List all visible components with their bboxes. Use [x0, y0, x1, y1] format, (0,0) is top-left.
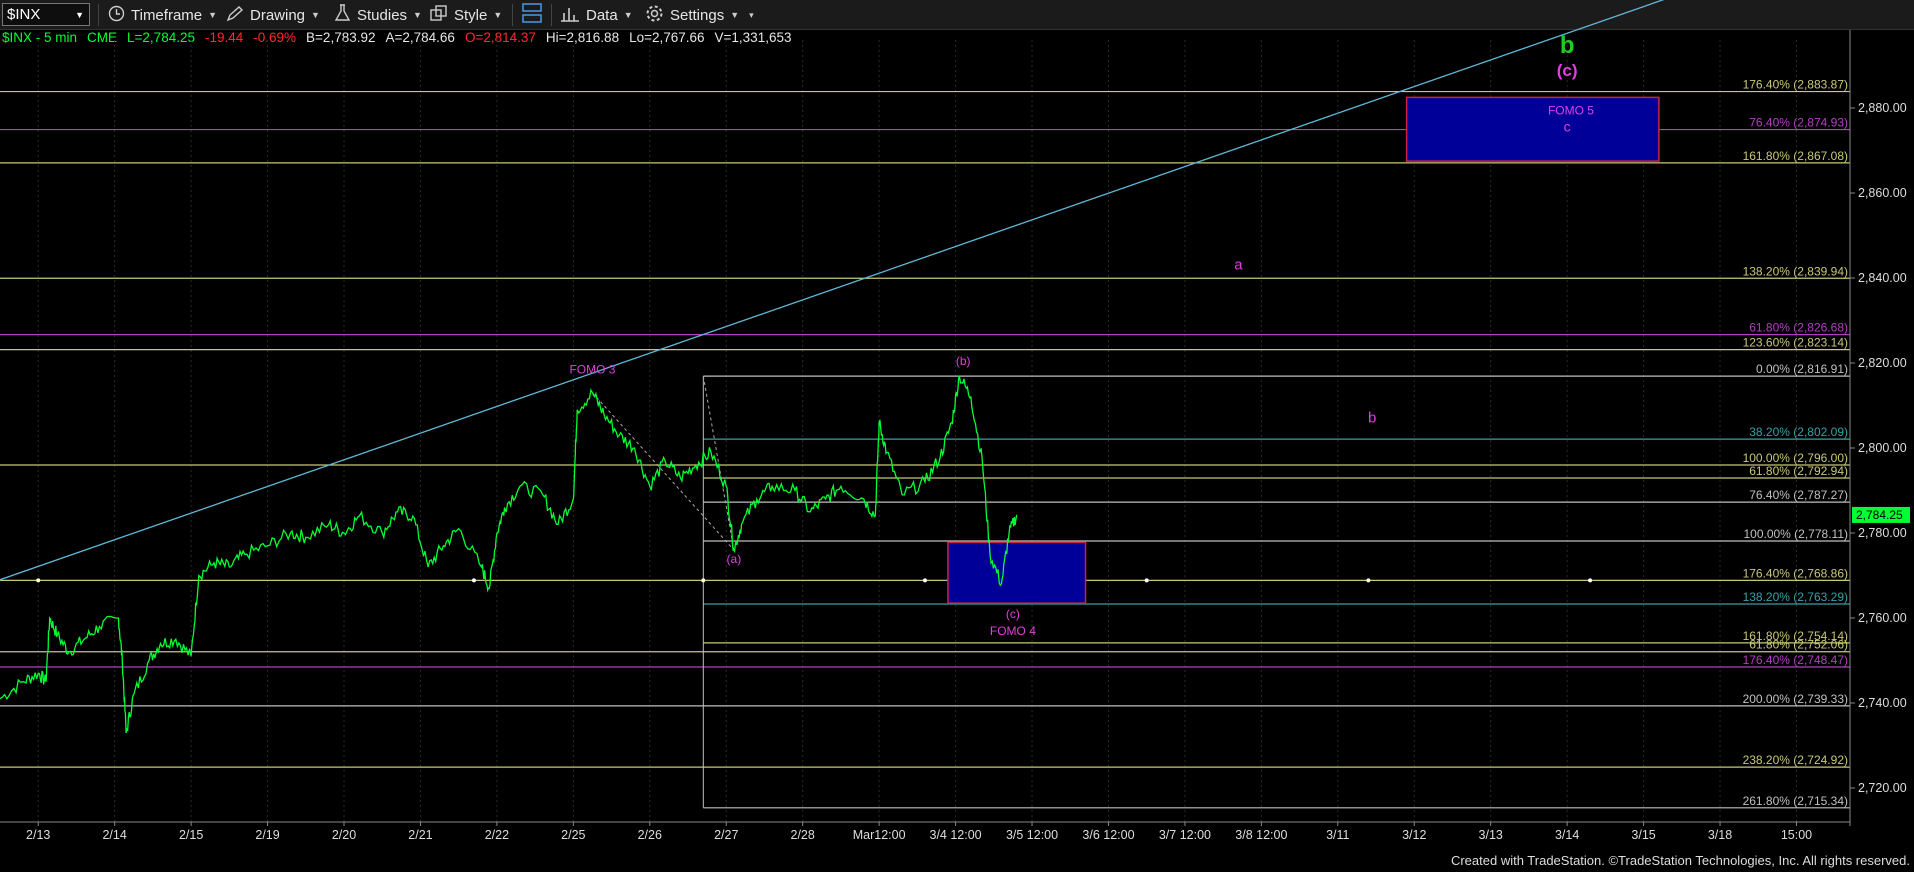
- level-marker-dot: [923, 578, 927, 583]
- x-tick-label: 3/8 12:00: [1235, 828, 1287, 842]
- level-marker-dot: [1144, 578, 1149, 583]
- level-marker-dot: [1588, 578, 1593, 583]
- fib-level-label: 0.00% (2,816.91): [1756, 362, 1848, 376]
- wave-connector: [702, 376, 735, 551]
- x-tick-label: 2/27: [714, 828, 738, 842]
- fib-level-label: 200.00% (2,739.33): [1743, 692, 1848, 706]
- x-tick-label: 3/18: [1708, 828, 1732, 842]
- wave-label: a: [1234, 257, 1243, 274]
- y-tick-label: 2,780.00: [1858, 526, 1907, 540]
- y-tick-label: 2,740.00: [1858, 696, 1907, 710]
- wave-label: FOMO 4: [990, 624, 1036, 638]
- x-tick-label: 3/12: [1402, 828, 1426, 842]
- x-tick-label: 3/15: [1631, 828, 1655, 842]
- price-chart[interactable]: 176.40% (2,883.87) 76.40% (2,874.93) 161.8…: [0, 0, 1914, 872]
- level-marker-dot: [36, 578, 41, 583]
- wave-label: c: [1564, 118, 1571, 134]
- trendline: [0, 0, 1665, 581]
- fib-level-label: 176.40% (2,768.86): [1743, 566, 1848, 580]
- fib-level-label: 61.80% (2,792.94): [1749, 464, 1848, 478]
- y-tick-label: 2,860.00: [1858, 186, 1907, 200]
- y-tick-label: 2,880.00: [1858, 101, 1907, 115]
- fib-level-label: 76.40% (2,787.27): [1749, 488, 1848, 502]
- x-tick-label: 2/20: [332, 828, 356, 842]
- fib-level-label: 176.40% (2,748.47): [1743, 653, 1848, 667]
- x-tick-label: 3/5 12:00: [1006, 828, 1058, 842]
- x-tick-label: 3/6 12:00: [1082, 828, 1134, 842]
- x-tick-label: 2/26: [638, 828, 662, 842]
- x-tick-label: 2/21: [408, 828, 432, 842]
- fib-level-label: 100.00% (2,796.00): [1743, 451, 1848, 465]
- fib-level-label: 123.60% (2,823.14): [1743, 336, 1848, 350]
- y-tick-label: 2,720.00: [1858, 781, 1907, 795]
- wave-label: FOMO 3: [569, 363, 615, 377]
- fib-level-label: 238.20% (2,724.92): [1743, 753, 1848, 767]
- level-marker-dot: [1366, 578, 1371, 583]
- fib-level-label: 61.80% (2,826.68): [1749, 321, 1848, 335]
- footer-copyright: Created with TradeStation. ©TradeStation…: [1450, 853, 1910, 868]
- fomo4-target-box: [947, 541, 1087, 604]
- wave-label: (c): [1006, 607, 1020, 621]
- wave-connector: [592, 392, 735, 551]
- fib-level-label: 61.80% (2,752.06): [1749, 638, 1848, 652]
- wave-label: (b): [956, 354, 971, 368]
- fomo5-target-box: [1405, 96, 1660, 162]
- wave-label: b: [1368, 410, 1376, 427]
- fib-level-label: 76.40% (2,874.93): [1749, 116, 1848, 130]
- x-tick-label: 2/25: [561, 828, 585, 842]
- price-series-line: [0, 375, 1018, 733]
- x-tick-label: Mar12:00: [853, 828, 906, 842]
- y-tick-label: 2,760.00: [1858, 611, 1907, 625]
- x-tick-label: 2/22: [485, 828, 509, 842]
- fib-level-label: 161.80% (2,867.08): [1743, 149, 1848, 163]
- x-tick-label: 15:00: [1781, 828, 1812, 842]
- wave-label: (c): [1557, 61, 1578, 80]
- wave-label: b: [1560, 32, 1575, 59]
- fib-level-label: 261.80% (2,715.34): [1743, 794, 1848, 808]
- fib-level-label: 100.00% (2,778.11): [1743, 527, 1848, 541]
- x-tick-label: 3/11: [1326, 828, 1349, 842]
- x-tick-label: 2/14: [102, 828, 126, 842]
- y-tick-label: 2,800.00: [1858, 441, 1907, 455]
- last-price-label: 2,784.25: [1856, 508, 1903, 522]
- y-tick-label: 2,820.00: [1858, 356, 1907, 370]
- x-tick-label: 2/13: [26, 828, 50, 842]
- x-tick-label: 2/19: [255, 828, 279, 842]
- y-tick-label: 2,840.00: [1858, 271, 1907, 285]
- level-marker-dot: [701, 578, 706, 583]
- wave-label: FOMO 5: [1548, 103, 1594, 117]
- x-tick-label: 3/4 12:00: [930, 828, 982, 842]
- x-tick-label: 3/7 12:00: [1159, 828, 1211, 842]
- wave-label: (a): [727, 552, 742, 566]
- x-tick-label: 3/13: [1479, 828, 1503, 842]
- fib-level-label: 138.20% (2,839.94): [1743, 264, 1848, 278]
- fib-level-label: 176.40% (2,883.87): [1743, 78, 1848, 92]
- fib-level-label: 38.20% (2,802.09): [1749, 425, 1848, 439]
- x-tick-label: 2/28: [791, 828, 815, 842]
- x-tick-label: 2/15: [179, 828, 203, 842]
- fib-level-label: 138.20% (2,763.29): [1743, 590, 1848, 604]
- x-tick-label: 3/14: [1555, 828, 1579, 842]
- level-marker-dot: [471, 578, 476, 583]
